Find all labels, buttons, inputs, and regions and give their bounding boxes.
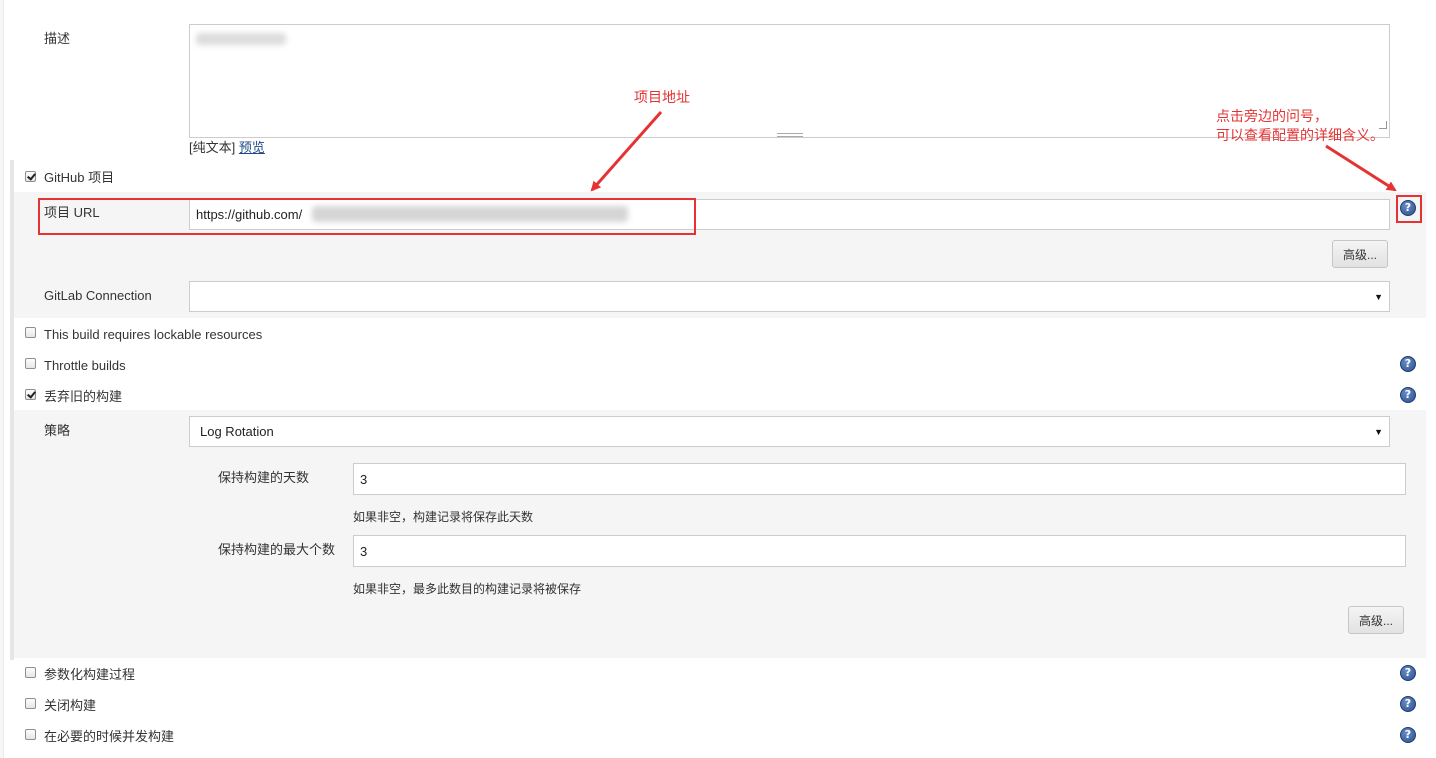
arrow-to-help (1325, 144, 1397, 192)
annotation-arrows (590, 111, 1397, 192)
arrow-to-url (590, 111, 663, 192)
jenkins-config-page: 描述 [纯文本] 预览 GitHub 项目 项目 URL https://git… (0, 0, 1436, 758)
